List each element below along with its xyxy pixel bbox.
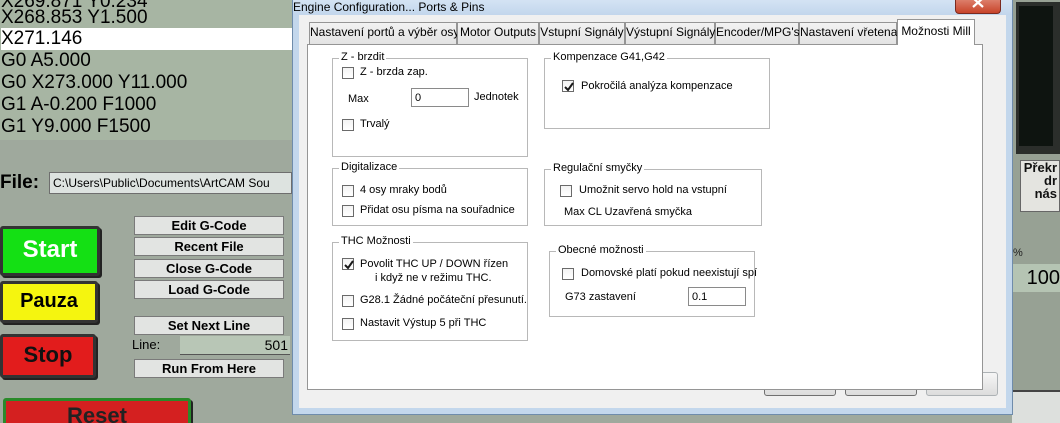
override-value: 100: [1012, 264, 1060, 292]
gcode-line: G1 A-0.200 F1000: [1, 94, 157, 115]
advanced-compensation-checkbox[interactable]: [562, 80, 574, 92]
line-value: 501: [180, 336, 290, 355]
gcode-line: G1 Y9.000 F1500: [1, 116, 151, 137]
max-input[interactable]: [411, 88, 469, 107]
tab-motor-outputs[interactable]: Motor Outputs: [457, 22, 539, 44]
max-label: Max: [348, 93, 369, 105]
tab-mill-options[interactable]: Možnosti Mill: [897, 19, 975, 45]
group-title: Regulační smyčky: [551, 162, 645, 174]
tab-output-signals[interactable]: Výstupní Signály: [625, 22, 715, 44]
close-button[interactable]: [955, 0, 1001, 14]
toolpath-display: [1016, 2, 1060, 154]
z-brake-checkbox[interactable]: [342, 67, 354, 79]
group-title: Digitalizace: [339, 161, 400, 173]
group-compensation: Kompenzace G41,G42 Pokročilá analýza kom…: [544, 51, 770, 129]
dialog-client-area: Nastavení portů a výběr osy Motor Output…: [299, 15, 1006, 408]
group-z-brake: Z - brzdit Z - brzda zap. Max Jednotek T…: [332, 51, 528, 157]
tab-panel-mill-options: Z - brzdit Z - brzda zap. Max Jednotek T…: [307, 44, 983, 390]
g28-label: G28.1 Žádné počáteční přesunutí.: [360, 294, 527, 306]
units-label: Jednotek: [474, 91, 519, 103]
close-gcode-button[interactable]: Close G-Code: [134, 259, 284, 278]
g73-label: G73 zastavení: [565, 291, 636, 303]
group-title: Obecné možnosti: [556, 244, 646, 256]
load-gcode-button[interactable]: Load G-Code: [134, 280, 284, 299]
gcode-line-current: X271.146: [1, 28, 292, 50]
percent-label: %: [1013, 247, 1023, 259]
tab-input-signals[interactable]: Vstupní Signály: [539, 22, 625, 44]
group-title: Z - brzdit: [339, 51, 387, 63]
tab-port-setup[interactable]: Nastavení portů a výběr osy: [309, 22, 459, 44]
recent-file-button[interactable]: Recent File: [134, 237, 284, 256]
right-panel-button[interactable]: Překr dr nás: [1020, 160, 1060, 212]
stop-button[interactable]: Stop: [0, 334, 96, 378]
g73-input[interactable]: [688, 287, 746, 306]
group-general-options: Obecné možnosti Domovské platí pokud nee…: [549, 244, 758, 317]
thc-updown-label-line2: i když ne v režimu THC.: [375, 272, 492, 284]
thc-updown-checkbox[interactable]: [342, 258, 354, 270]
run-from-here-button[interactable]: Run From Here: [134, 359, 284, 378]
permanent-checkbox[interactable]: [342, 119, 354, 131]
point-cloud-label: 4 osy mraky bodů: [360, 184, 447, 196]
z-brake-label: Z - brzda zap.: [360, 66, 428, 78]
group-thc: THC Možnosti Povolit THC UP / DOWN řízen…: [332, 235, 528, 341]
tab-encoder-mpg[interactable]: Encoder/MPG's: [715, 22, 800, 44]
dialog-title: Engine Configuration... Ports & Pins: [293, 0, 485, 14]
checkmark-icon: [344, 260, 354, 270]
set-next-line-button[interactable]: Set Next Line: [134, 316, 284, 335]
max-cl-label: Max CL Uzavřená smyčka: [564, 206, 692, 218]
engine-config-dialog: Engine Configuration... Ports & Pins Nas…: [292, 0, 1013, 415]
close-icon: [972, 0, 984, 8]
tab-spindle-setup[interactable]: Nastavení vřetena: [799, 22, 897, 44]
home-label: Domovské platí pokud neexistují spí: [581, 267, 758, 279]
group-title: Kompenzace G41,G42: [551, 51, 667, 63]
gcode-line: G0 X273.000 Y11.000: [1, 72, 188, 93]
gcode-line: G0 A5.000: [1, 50, 91, 71]
servo-hold-checkbox[interactable]: [560, 185, 572, 197]
letter-axis-checkbox[interactable]: [342, 205, 354, 217]
edit-gcode-button[interactable]: Edit G-Code: [134, 216, 284, 235]
file-label: File:: [0, 172, 40, 193]
output5-checkbox[interactable]: [342, 318, 354, 330]
group-digitize: Digitalizace 4 osy mraky bodů Přidat osu…: [332, 161, 528, 226]
g28-checkbox[interactable]: [342, 295, 354, 307]
reset-button[interactable]: Reset: [3, 398, 191, 423]
pause-button[interactable]: Pauza: [0, 281, 98, 323]
letter-axis-label: Přidat osu písma na souřadnice: [360, 204, 515, 216]
permanent-label: Trvalý: [360, 118, 390, 130]
checkmark-icon: [564, 82, 574, 92]
gcode-display: X269.871 Y0.234 X268.853 Y1.500 X271.146…: [0, 0, 292, 140]
thc-updown-label: Povolit THC UP / DOWN řízen: [360, 258, 509, 270]
servo-hold-label: Umožnit servo hold na vstupní: [579, 184, 727, 196]
output5-label: Nastavit Výstup 5 při THC: [360, 317, 487, 329]
group-title: THC Možnosti: [339, 235, 413, 247]
dialog-titlebar[interactable]: Engine Configuration... Ports & Pins: [293, 0, 1012, 15]
group-closed-loop: Regulační smyčky Umožnit servo hold na v…: [544, 162, 762, 226]
line-label: Line:: [132, 337, 161, 352]
start-button[interactable]: Start: [0, 226, 100, 276]
right-panel-bottom: [1012, 390, 1060, 423]
advanced-compensation-label: Pokročilá analýza kompenzace: [581, 80, 733, 92]
gcode-line: X268.853 Y1.500: [1, 7, 148, 28]
file-path-field[interactable]: C:\Users\Public\Documents\ArtCAM Sou: [49, 172, 292, 194]
point-cloud-checkbox[interactable]: [342, 185, 354, 197]
home-checkbox[interactable]: [562, 268, 574, 280]
